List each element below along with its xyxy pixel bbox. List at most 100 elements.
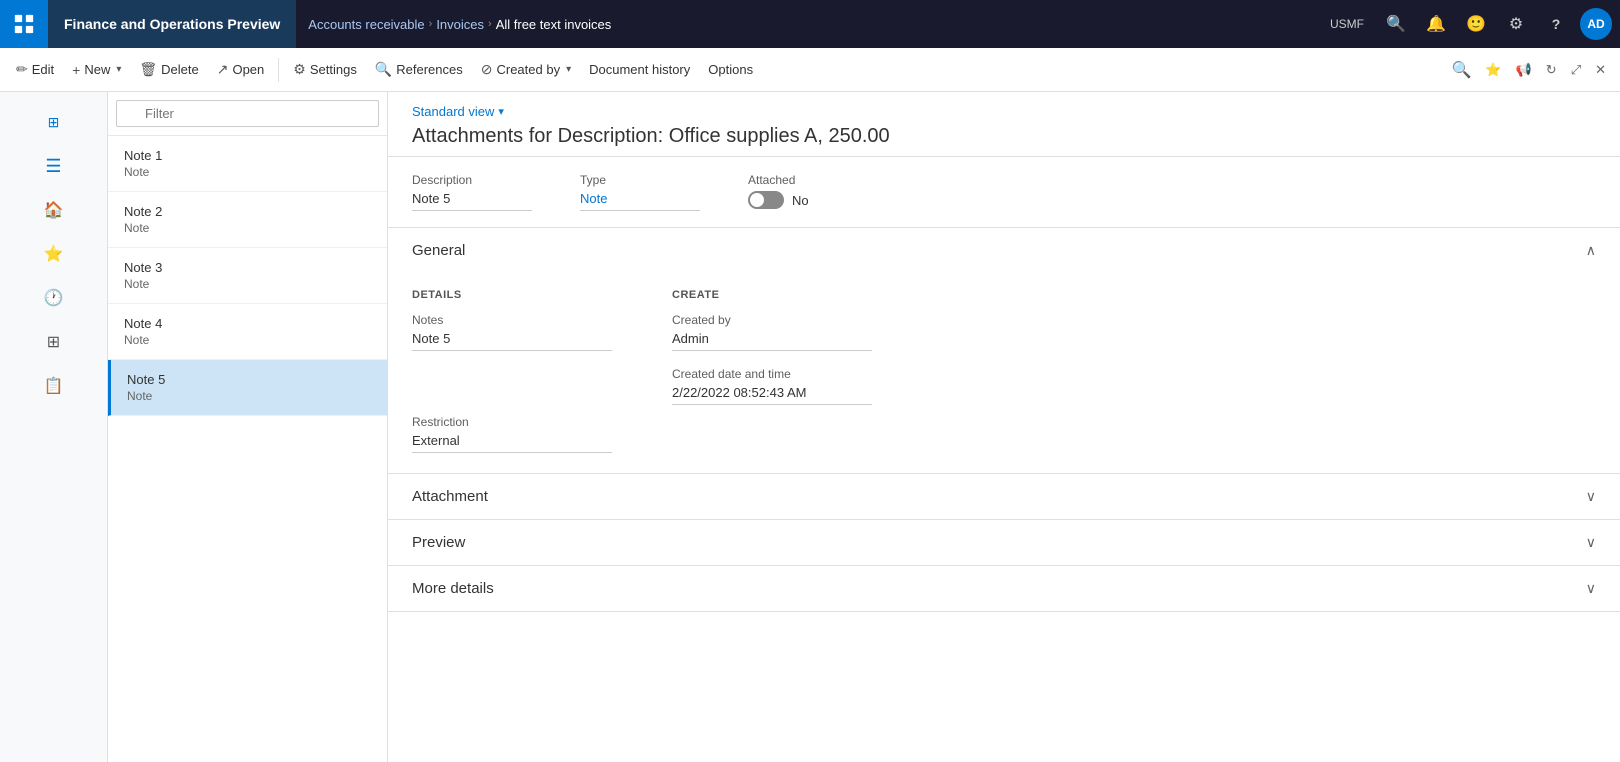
- more-details-section-header[interactable]: More details ∨: [388, 566, 1620, 611]
- delete-button[interactable]: 🗑 Delete: [131, 54, 206, 86]
- toolbar: ✏ Edit + New 🗑 Delete ↗ Open ⚙ Settings …: [0, 48, 1620, 92]
- standard-view-button[interactable]: Standard view ▾: [412, 104, 1596, 119]
- preview-section-header[interactable]: Preview ∨: [388, 520, 1620, 565]
- preview-section-title: Preview: [412, 534, 465, 551]
- created-by-label: Created by: [672, 313, 872, 327]
- list-item-subtitle: Note: [124, 221, 371, 235]
- filter-wrapper: 🔍: [116, 100, 379, 127]
- list-item-selected[interactable]: Note 5 Note: [108, 360, 387, 416]
- form-top-fields: Description Note 5 Type Note Attached No: [388, 157, 1620, 228]
- app-title: Finance and Operations Preview: [48, 0, 296, 48]
- close-icon[interactable]: ✕: [1589, 54, 1612, 86]
- gear-icon[interactable]: ⚙: [1500, 8, 1532, 40]
- restriction-label: Restriction: [412, 415, 612, 429]
- sidebar-star-icon[interactable]: ⭐: [34, 234, 74, 274]
- refresh-icon[interactable]: ↻: [1540, 54, 1563, 86]
- smiley-icon[interactable]: 🙂: [1460, 8, 1492, 40]
- toolbar-search-icon: 🔍: [1451, 60, 1471, 80]
- main-container: ⊞ ☰ 🏠 ⭐ 🕐 ⊞ 📋 🔍 Note 1 Note Note 2 Note …: [0, 92, 1620, 762]
- company-label: USMF: [1322, 17, 1372, 31]
- sidebar-recent-icon[interactable]: 🕐: [34, 278, 74, 318]
- list-item-title: Note 1: [124, 148, 371, 163]
- description-field: Description Note 5: [412, 173, 532, 211]
- general-section-content: DETAILS Notes Note 5 Restriction Externa…: [388, 273, 1620, 473]
- details-column: DETAILS Notes Note 5 Restriction Externa…: [412, 289, 612, 453]
- notes-field: Notes Note 5: [412, 313, 612, 351]
- created-date-field: Created date and time 2/22/2022 08:52:43…: [672, 367, 872, 405]
- top-bar-right: USMF 🔍 🔔 🙂 ⚙ ? AD: [1322, 8, 1620, 40]
- bell-icon[interactable]: 🔔: [1420, 8, 1452, 40]
- avatar[interactable]: AD: [1580, 8, 1612, 40]
- detail-header: Standard view ▾ Attachments for Descript…: [388, 92, 1620, 157]
- description-value[interactable]: Note 5: [412, 191, 532, 211]
- app-grid-icon[interactable]: [0, 0, 48, 48]
- standard-view-label: Standard view: [412, 104, 494, 119]
- references-button[interactable]: 🔍 References: [367, 54, 471, 86]
- type-field: Type Note: [580, 173, 700, 211]
- list-item[interactable]: Note 4 Note: [108, 304, 387, 360]
- notes-value[interactable]: Note 5: [412, 331, 612, 351]
- created-date-value[interactable]: 2/22/2022 08:52:43 AM: [672, 385, 872, 405]
- sidebar-grid-icon[interactable]: ⊞: [34, 322, 74, 362]
- list-item[interactable]: Note 1 Note: [108, 136, 387, 192]
- attachment-section-header[interactable]: Attachment ∨: [388, 474, 1620, 519]
- details-field-group: Notes Note 5 Restriction External: [412, 313, 612, 453]
- favorite-icon[interactable]: ⭐: [1479, 54, 1507, 86]
- edit-button[interactable]: ✏ Edit: [8, 54, 62, 86]
- attached-toggle[interactable]: [748, 191, 784, 209]
- attachment-section-chevron: ∨: [1586, 488, 1596, 505]
- expand-icon[interactable]: ⤢: [1565, 54, 1587, 86]
- help-icon[interactable]: ?: [1540, 8, 1572, 40]
- created-by-icon: ⊘: [481, 61, 493, 78]
- list-filter-area: 🔍: [108, 92, 387, 136]
- sidebar-home-icon[interactable]: 🏠: [34, 190, 74, 230]
- more-details-section: More details ∨: [388, 566, 1620, 612]
- breadcrumb-accounts-receivable[interactable]: Accounts receivable: [308, 17, 424, 32]
- restriction-field: Restriction External: [412, 415, 612, 453]
- list-item-title: Note 2: [124, 204, 371, 219]
- detail-panel: Standard view ▾ Attachments for Descript…: [388, 92, 1620, 762]
- preview-section-chevron: ∨: [1586, 534, 1596, 551]
- audio-icon[interactable]: 📢: [1510, 54, 1538, 86]
- list-items: Note 1 Note Note 2 Note Note 3 Note Note…: [108, 136, 387, 762]
- more-details-section-title: More details: [412, 580, 494, 597]
- toolbar-search-button[interactable]: 🔍: [1445, 54, 1477, 86]
- sidebar-filter-icon[interactable]: ⊞: [34, 102, 74, 142]
- created-by-field: Created by Admin: [672, 313, 872, 351]
- toggle-field: No: [748, 191, 809, 209]
- type-value[interactable]: Note: [580, 191, 700, 211]
- sidebar-list-icon[interactable]: 📋: [34, 366, 74, 406]
- attachment-section-title: Attachment: [412, 488, 488, 505]
- search-icon[interactable]: 🔍: [1380, 8, 1412, 40]
- description-label: Description: [412, 173, 532, 187]
- list-item[interactable]: Note 3 Note: [108, 248, 387, 304]
- type-label: Type: [580, 173, 700, 187]
- document-history-button[interactable]: Document history: [581, 54, 698, 86]
- separator-1: [278, 58, 279, 82]
- created-by-button[interactable]: ⊘ Created by: [473, 54, 579, 86]
- list-item-title: Note 5: [127, 372, 371, 387]
- details-column-header: DETAILS: [412, 289, 612, 301]
- toggle-label: No: [792, 193, 809, 208]
- breadcrumb-sep-1: ›: [429, 18, 433, 30]
- restriction-value[interactable]: External: [412, 433, 612, 453]
- section-columns: DETAILS Notes Note 5 Restriction Externa…: [412, 289, 1596, 453]
- attached-field: Attached No: [748, 173, 809, 211]
- list-item[interactable]: Note 2 Note: [108, 192, 387, 248]
- list-item-subtitle: Note: [124, 165, 371, 179]
- options-button[interactable]: Options: [700, 54, 761, 86]
- delete-icon: 🗑: [139, 61, 157, 78]
- attached-label: Attached: [748, 173, 809, 187]
- general-section-header[interactable]: General ∧: [388, 228, 1620, 273]
- open-button[interactable]: ↗ Open: [209, 54, 273, 86]
- settings-icon: ⚙: [293, 61, 306, 78]
- create-column: CREATE Created by Admin Created date and…: [672, 289, 872, 453]
- edit-icon: ✏: [16, 61, 28, 78]
- created-by-value[interactable]: Admin: [672, 331, 872, 351]
- new-button[interactable]: + New: [64, 54, 129, 86]
- filter-input[interactable]: [116, 100, 379, 127]
- breadcrumb-invoices[interactable]: Invoices: [436, 17, 484, 32]
- sidebar-menu-icon[interactable]: ☰: [34, 146, 74, 186]
- open-icon: ↗: [217, 61, 229, 78]
- settings-button[interactable]: ⚙ Settings: [285, 54, 365, 86]
